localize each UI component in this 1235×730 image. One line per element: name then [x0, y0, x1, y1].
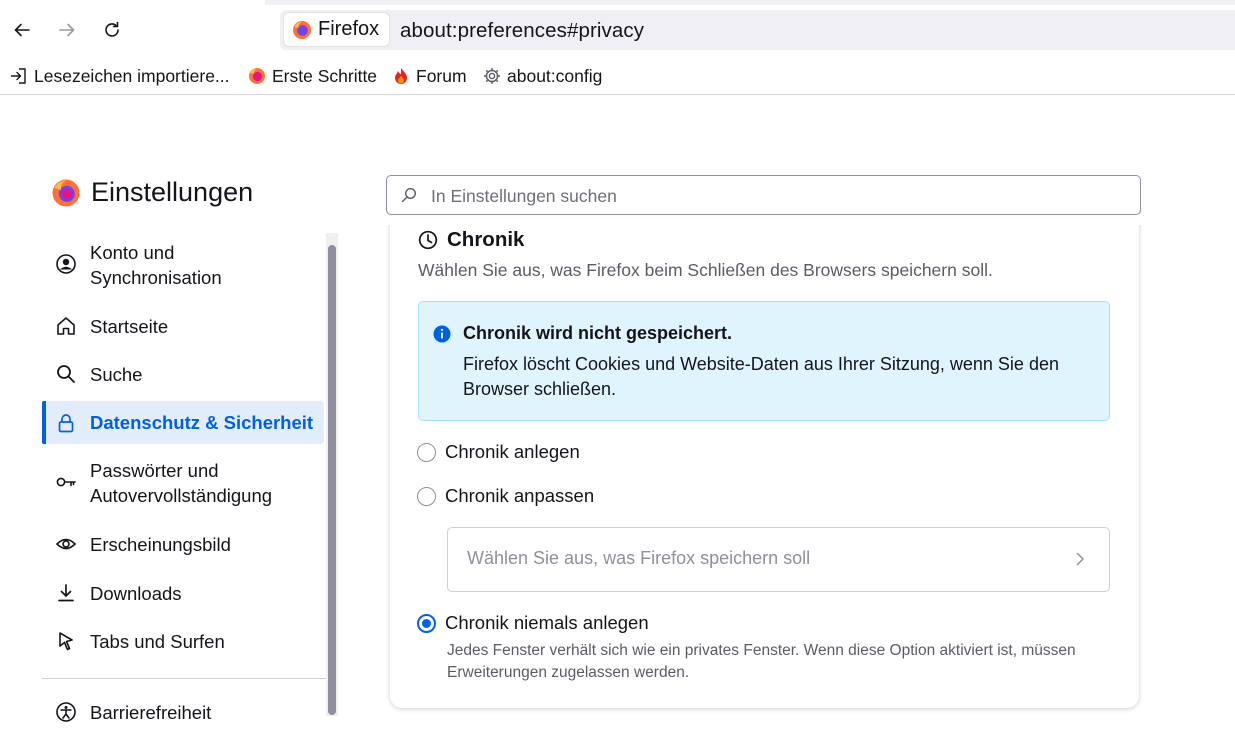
sidebar-item-sync[interactable]: Konto und Synchronisation [42, 240, 324, 292]
bookmark-forum[interactable]: Forum [392, 65, 467, 87]
preferences-page: Einstellungen Konto und Synchronisation … [0, 95, 1235, 723]
page-title: Einstellungen [91, 177, 254, 207]
section-description: Wählen Sie aus, was Firefox beim Schließ… [418, 260, 993, 280]
sidebar-item-label: Datenschutz & Sicherheit [90, 412, 314, 433]
bookmark-about-config[interactable]: about:config [483, 65, 602, 87]
custom-history-settings-button[interactable]: Wählen Sie aus, was Firefox speichern so… [447, 527, 1110, 592]
reload-icon [105, 21, 119, 37]
chevron-right-icon [1076, 552, 1084, 566]
bookmark-getting-started[interactable]: Erste Schritte [248, 65, 377, 87]
bookmark-import[interactable]: Lesezeichen importiere... [10, 65, 230, 87]
sidebar-item-label: Passwörter und Autovervollständigung [90, 460, 273, 506]
radio-button[interactable] [417, 613, 436, 633]
forward-arrow-icon [59, 23, 75, 37]
info-text: Firefox löscht Cookies und Website-Daten… [463, 354, 1059, 399]
settings-search-box[interactable] [386, 175, 1141, 215]
search-icon [401, 187, 417, 203]
sidebar-item-label: Konto und Synchronisation [90, 242, 222, 288]
download-icon [54, 581, 78, 605]
account-icon [54, 252, 78, 276]
identity-label: Firefox [318, 18, 380, 40]
navigation-toolbar: Firefox about:preferences#privacy [0, 0, 1235, 58]
settings-header: Einstellungen [51, 177, 253, 208]
firefox-logo-icon [52, 179, 80, 206]
info-message-bar: Chronik wird nicht gespeichert. Firefox … [418, 301, 1110, 421]
cursor-icon [54, 629, 78, 653]
sidebar-item-label: Erscheinungsbild [90, 534, 231, 555]
sidebar-item-appearance[interactable]: Erscheinungsbild [42, 531, 324, 559]
url-text[interactable]: about:preferences#privacy [400, 19, 644, 43]
custom-history-settings-label: Wählen Sie aus, was Firefox speichern so… [467, 548, 811, 568]
sidebar-item-search[interactable]: Suche [42, 361, 324, 389]
accessibility-icon [54, 700, 78, 724]
sidebar-item-passwords[interactable]: Passwörter und Autovervollständigung [42, 458, 324, 510]
radio-remember-history[interactable]: Chronik anlegen [417, 441, 580, 463]
key-icon [54, 470, 78, 494]
tab-strip-edge [0, 0, 1235, 5]
sidebar-item-tabs[interactable]: Tabs und Surfen [42, 628, 324, 656]
back-arrow-icon [14, 23, 30, 37]
category-sidebar: Konto und Synchronisation Startseite Suc… [40, 230, 330, 730]
sidebar-scrollbar[interactable] [326, 233, 338, 716]
radio-custom-history[interactable]: Chronik anpassen [417, 485, 594, 507]
lock-icon [54, 411, 78, 435]
flame-icon [395, 68, 407, 84]
identity-box[interactable]: Firefox [284, 13, 390, 46]
sidebar-item-label: Suche [90, 364, 143, 385]
radio-label: Chronik niemals anlegen [445, 612, 649, 633]
sidebar-item-downloads[interactable]: Downloads [42, 580, 324, 608]
section-title: Chronik [447, 228, 525, 251]
forward-button[interactable] [51, 14, 83, 46]
radio-label: Chronik anlegen [445, 441, 580, 462]
scrollbar-thumb[interactable] [328, 245, 336, 715]
sidebar-item-label: Downloads [90, 583, 182, 604]
history-heading: Chronik [418, 228, 524, 252]
home-icon [54, 314, 78, 338]
sidebar-divider [42, 678, 326, 679]
eye-icon [54, 532, 78, 556]
sidebar-item-label: Tabs und Surfen [90, 631, 225, 652]
radio-button[interactable] [417, 486, 436, 506]
sidebar-item-label: Barrierefreiheit [90, 702, 212, 723]
gear-icon [483, 67, 501, 85]
sidebar-item-accessibility[interactable]: Barrierefreiheit [42, 699, 324, 727]
bookmark-label: Lesezeichen importiere... [34, 65, 230, 86]
never-remember-description: Jedes Fenster verhält sich wie ein priva… [447, 642, 1076, 681]
selection-indicator [42, 401, 46, 444]
radio-never-remember-history[interactable]: Chronik niemals anlegen [417, 612, 649, 634]
reload-button[interactable] [96, 14, 128, 46]
bookmark-label: Forum [416, 65, 467, 86]
bookmarks-toolbar: Lesezeichen importiere... Erste Schritte… [0, 58, 1235, 95]
firefox-logo-icon [293, 20, 311, 39]
bookmark-label: Erste Schritte [272, 65, 378, 86]
clock-icon [418, 230, 438, 250]
search-icon [54, 362, 78, 386]
radio-label: Chronik anpassen [445, 485, 595, 506]
sidebar-item-home[interactable]: Startseite [42, 313, 324, 341]
search-input[interactable] [429, 179, 1123, 213]
import-icon [10, 68, 26, 84]
info-title: Chronik wird nicht gespeichert. [463, 323, 733, 343]
firefox-logo-icon [249, 68, 265, 84]
sidebar-item-privacy[interactable]: Datenschutz & Sicherheit [42, 401, 324, 444]
info-icon [433, 325, 451, 343]
sidebar-item-label: Startseite [90, 316, 169, 337]
back-button[interactable] [6, 14, 38, 46]
radio-button[interactable] [417, 442, 436, 462]
card-top-fade [386, 214, 1146, 225]
url-bar[interactable]: Firefox about:preferences#privacy [280, 10, 1235, 50]
bookmark-label: about:config [507, 65, 603, 86]
